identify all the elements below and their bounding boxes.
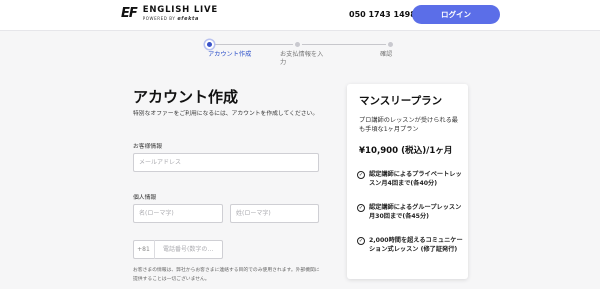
plan-title: マンスリープラン [359,95,443,107]
last-name-field[interactable] [230,204,319,223]
country-code-prefix[interactable]: +81 [133,240,155,259]
phone-number[interactable]: 050 1743 1498 [349,10,416,19]
step-dot-account [205,40,214,49]
step-dot-payment [293,40,302,49]
plan-price: ¥10,900 (税込)/1ヶ月 [359,146,453,156]
page-title: アカウント作成 [133,88,239,106]
english-live-logo[interactable]: EF ENGLISH LIVE POWERED BY efekta [121,6,218,22]
plan-feature: ✓ 認定講師によるプライベートレッスン月4回まで(各40分) [357,170,465,188]
plan-feature-text: 認定講師によるプライベートレッスン月4回まで(各40分) [369,171,462,187]
privacy-footnote: お客さまの情報は、弊社からお客さまに連絡する目的でのみ使用されます。外部機関に提… [133,268,320,282]
email-field[interactable] [133,153,319,172]
customer-info-label: お客様情報 [133,144,162,150]
progress-stepper: アカウント作成 お支払情報を入力 確認 [200,39,400,69]
step-dot-confirm [386,40,395,49]
logo-name: ENGLISH LIVE [142,5,218,15]
check-circle-icon: ✓ [357,171,365,179]
plan-feature: ✓ 2,000時間を超えるコミュニケーション式レッスン (修了証発行) [357,236,465,254]
plan-feature: ✓ 認定講師によるグループレッスン月30回まで(各45分) [357,203,465,221]
top-header: EF ENGLISH LIVE POWERED BY efekta 050 17… [0,0,600,31]
form-description: 特別なオファーをご利用になるには、アカウントを作成してください。 [133,111,319,117]
personal-info-label: 個人情報 [133,195,157,201]
plan-feature-text: 認定講師によるグループレッスン月30回まで(各45分) [369,204,462,220]
ef-logo-mark: EF [121,6,138,22]
plan-description: プロ講師のレッスンが受けられる最も手頃な1ヶ月プラン [359,117,458,133]
step-label-confirm: 確認 [380,51,393,58]
plan-feature-text: 2,000時間を超えるコミュニケーション式レッスン (修了証発行) [369,237,463,253]
logo-powered-by: POWERED BY efekta [142,15,218,22]
plan-card: マンスリープラン プロ講師のレッスンが受けられる最も手頃な1ヶ月プラン ¥10,… [347,84,468,279]
check-circle-icon: ✓ [357,237,365,245]
step-label-account: アカウント作成 [208,51,252,58]
logo-text: ENGLISH LIVE POWERED BY efekta [143,6,218,22]
step-label-payment: お支払情報を入力 [280,51,324,66]
login-button[interactable]: ログイン [412,5,500,24]
check-circle-icon: ✓ [357,204,365,212]
powered-by-text: POWERED BY [142,15,176,21]
first-name-field[interactable] [133,204,223,223]
efekta-brand: efekta [177,15,199,22]
